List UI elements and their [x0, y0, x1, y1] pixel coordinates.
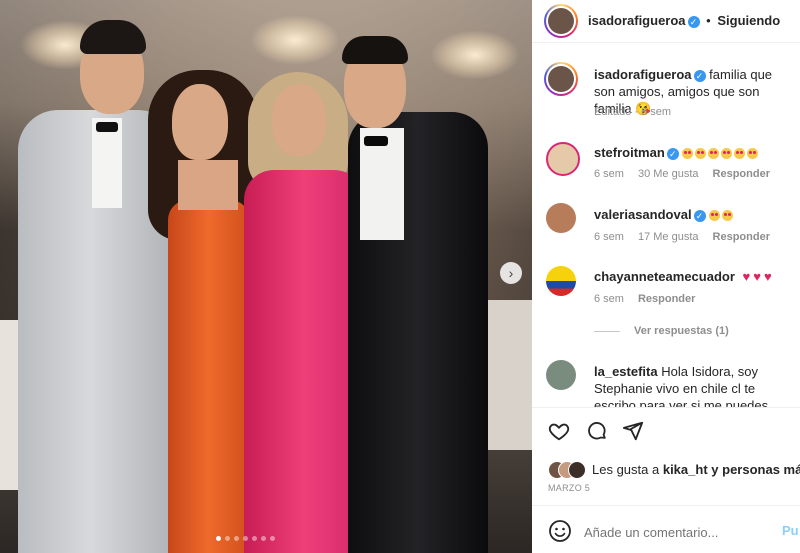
- comment-meta: 6 sem 30 Me gusta Responder: [594, 168, 784, 180]
- ceiling-light: [430, 30, 520, 80]
- comment: valeriasandoval ✓: [594, 207, 735, 222]
- commenter-avatar[interactable]: [546, 360, 576, 390]
- comment-age: 6 sem: [594, 168, 624, 180]
- liker-avatar: [568, 461, 586, 479]
- comment-emoji-row: [682, 145, 760, 160]
- likes-summary: Les gusta a kika_ht y personas más: [592, 462, 800, 477]
- emoji-icon[interactable]: [548, 519, 572, 543]
- share-icon[interactable]: [620, 420, 646, 446]
- comment-username[interactable]: chayanneteamecuador: [594, 269, 735, 284]
- post-button[interactable]: Pu: [782, 523, 799, 538]
- comment: stefroitman ✓: [594, 145, 760, 160]
- author-avatar[interactable]: [544, 62, 578, 96]
- comment-meta: 6 sem 17 Me gusta Responder: [594, 231, 784, 243]
- commenter-avatar[interactable]: [546, 203, 576, 233]
- comment-username[interactable]: stefroitman: [594, 145, 665, 160]
- author-username[interactable]: isadorafigueroa: [588, 13, 686, 28]
- comment-username[interactable]: valeriasandoval: [594, 207, 692, 222]
- commenter-avatar[interactable]: [546, 142, 580, 176]
- comment-age: 6 sem: [594, 231, 624, 243]
- reply-button[interactable]: Responder: [713, 168, 770, 180]
- caption-username[interactable]: isadorafigueroa: [594, 67, 692, 82]
- verified-icon: ✓: [693, 209, 706, 222]
- commenter-avatar[interactable]: [546, 266, 576, 296]
- post-header: isadorafigueroa ✓ • Siguiendo: [532, 0, 800, 43]
- comment-likes[interactable]: 30 Me gusta: [638, 168, 699, 180]
- comment-icon[interactable]: [584, 420, 610, 446]
- comment-meta: 6 sem Responder: [594, 293, 709, 305]
- comment-input[interactable]: [582, 519, 776, 545]
- view-replies[interactable]: Ver respuestas (1): [594, 325, 743, 337]
- reply-button[interactable]: Responder: [638, 293, 695, 305]
- comment-likes[interactable]: 17 Me gusta: [638, 231, 699, 243]
- comment-username[interactable]: la_estefita: [594, 364, 658, 379]
- verified-icon: ✓: [666, 147, 679, 160]
- post-side-panel: isadorafigueroa ✓ • Siguiendo isadorafigu…: [532, 0, 800, 553]
- comment-text: ♥♥♥: [742, 269, 775, 284]
- comment-emoji-row: [709, 207, 735, 222]
- verified-icon: ✓: [687, 15, 700, 28]
- comment: la_estefita Hola Isidora, soy Stephanie …: [594, 363, 800, 407]
- next-photo-button[interactable]: ›: [500, 262, 522, 284]
- liker-username[interactable]: kika_ht: [663, 462, 708, 477]
- carousel-indicator: [216, 536, 275, 541]
- separator-dot: •: [706, 13, 711, 28]
- verified-icon: ✓: [693, 69, 706, 82]
- caption-edited: Editado · 6 sem: [594, 106, 672, 118]
- follow-status[interactable]: Siguiendo: [717, 13, 780, 28]
- heart-icon[interactable]: [546, 420, 572, 446]
- author-avatar[interactable]: [544, 4, 578, 38]
- reply-button[interactable]: Responder: [713, 231, 770, 243]
- divider: [532, 407, 800, 408]
- comment: chayanneteamecuador ♥♥♥: [594, 269, 775, 284]
- divider: [532, 505, 800, 506]
- chevron-right-icon: ›: [508, 265, 514, 281]
- comment-age: 6 sem: [594, 293, 624, 305]
- ceiling-light: [250, 15, 340, 65]
- post-photo[interactable]: ›: [0, 0, 532, 553]
- post-date: MARZO 5: [548, 483, 591, 493]
